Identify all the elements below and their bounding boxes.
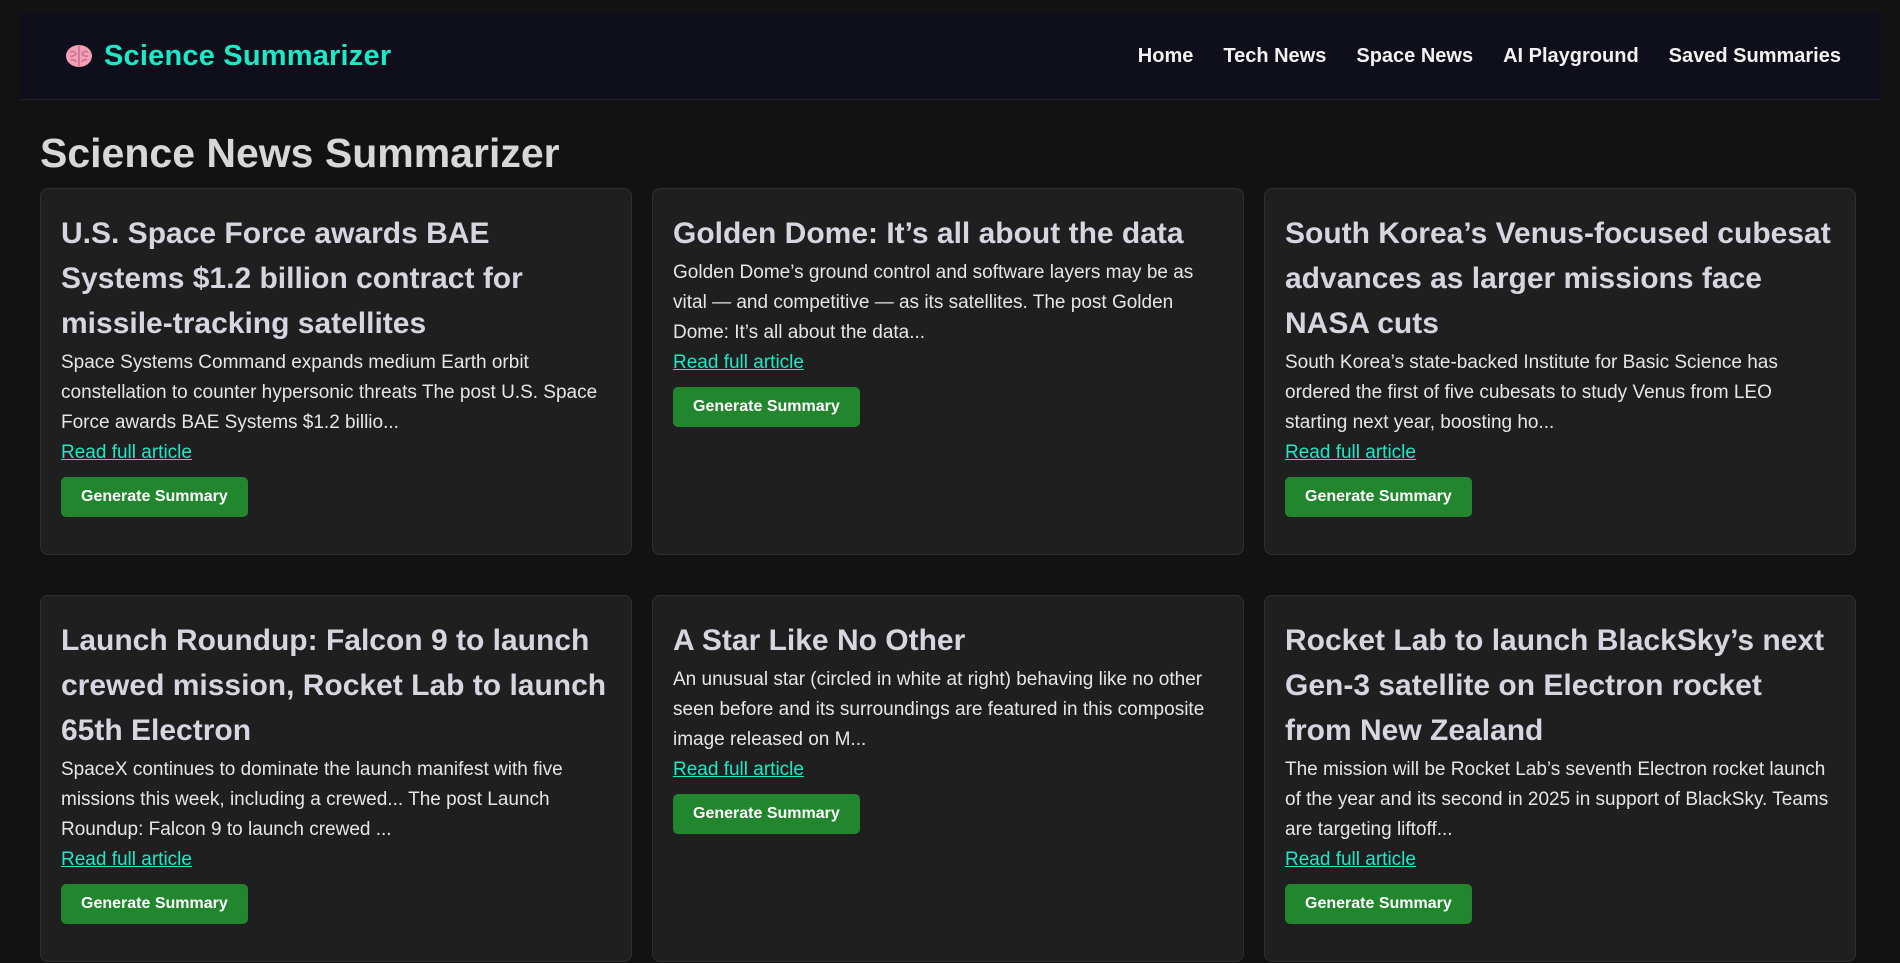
article-description: An unusual star (circled in white at rig…	[673, 669, 1205, 750]
article-card: South Korea’s Venus-focused cubesat adva…	[1264, 188, 1856, 555]
article-description: Golden Dome’s ground control and softwar…	[673, 262, 1194, 343]
read-full-article-link[interactable]: Read full article	[1285, 438, 1416, 468]
article-card: A Star Like No Other An unusual star (ci…	[652, 595, 1244, 962]
brand[interactable]: Science Summarizer	[64, 40, 391, 73]
article-description: The mission will be Rocket Lab’s seventh…	[1285, 759, 1829, 840]
article-title: Launch Roundup: Falcon 9 to launch crewe…	[61, 624, 607, 747]
generate-summary-button[interactable]: Generate Summary	[61, 884, 248, 924]
app-root: Science Summarizer Home Tech News Space …	[0, 0, 1900, 963]
nav-home[interactable]: Home	[1138, 45, 1194, 68]
brain-icon	[64, 41, 94, 71]
article-card: Rocket Lab to launch BlackSky’s next Gen…	[1264, 595, 1856, 962]
article-title: Golden Dome: It’s all about the data	[673, 217, 1184, 250]
nav-ai-playground[interactable]: AI Playground	[1503, 45, 1639, 68]
article-card: Launch Roundup: Falcon 9 to launch crewe…	[40, 595, 632, 962]
article-title: A Star Like No Other	[673, 624, 966, 657]
article-description: Space Systems Command expands medium Ear…	[61, 352, 598, 433]
brand-title: Science Summarizer	[104, 39, 392, 72]
navbar: Science Summarizer Home Tech News Space …	[20, 13, 1880, 100]
read-full-article-link[interactable]: Read full article	[673, 348, 804, 378]
article-title: Rocket Lab to launch BlackSky’s next Gen…	[1285, 624, 1825, 747]
article-grid: U.S. Space Force awards BAE Systems $1.2…	[40, 188, 1880, 962]
article-description: South Korea’s state-backed Institute for…	[1285, 352, 1778, 433]
read-full-article-link[interactable]: Read full article	[1285, 845, 1416, 875]
generate-summary-button[interactable]: Generate Summary	[1285, 477, 1472, 517]
read-full-article-link[interactable]: Read full article	[61, 438, 192, 468]
nav-saved-summaries[interactable]: Saved Summaries	[1669, 45, 1841, 68]
article-card: Golden Dome: It’s all about the data Gol…	[652, 188, 1244, 555]
generate-summary-button[interactable]: Generate Summary	[1285, 884, 1472, 924]
read-full-article-link[interactable]: Read full article	[61, 845, 192, 875]
article-title: South Korea’s Venus-focused cubesat adva…	[1285, 217, 1831, 340]
generate-summary-button[interactable]: Generate Summary	[673, 387, 860, 427]
page-title: Science News Summarizer	[40, 130, 560, 176]
read-full-article-link[interactable]: Read full article	[673, 755, 804, 785]
generate-summary-button[interactable]: Generate Summary	[61, 477, 248, 517]
article-card: U.S. Space Force awards BAE Systems $1.2…	[40, 188, 632, 555]
generate-summary-button[interactable]: Generate Summary	[673, 794, 860, 834]
article-title: U.S. Space Force awards BAE Systems $1.2…	[61, 217, 523, 340]
article-description: SpaceX continues to dominate the launch …	[61, 759, 563, 840]
nav-space-news[interactable]: Space News	[1356, 45, 1473, 68]
nav-links: Home Tech News Space News AI Playground …	[1138, 45, 1841, 68]
nav-tech-news[interactable]: Tech News	[1223, 45, 1326, 68]
